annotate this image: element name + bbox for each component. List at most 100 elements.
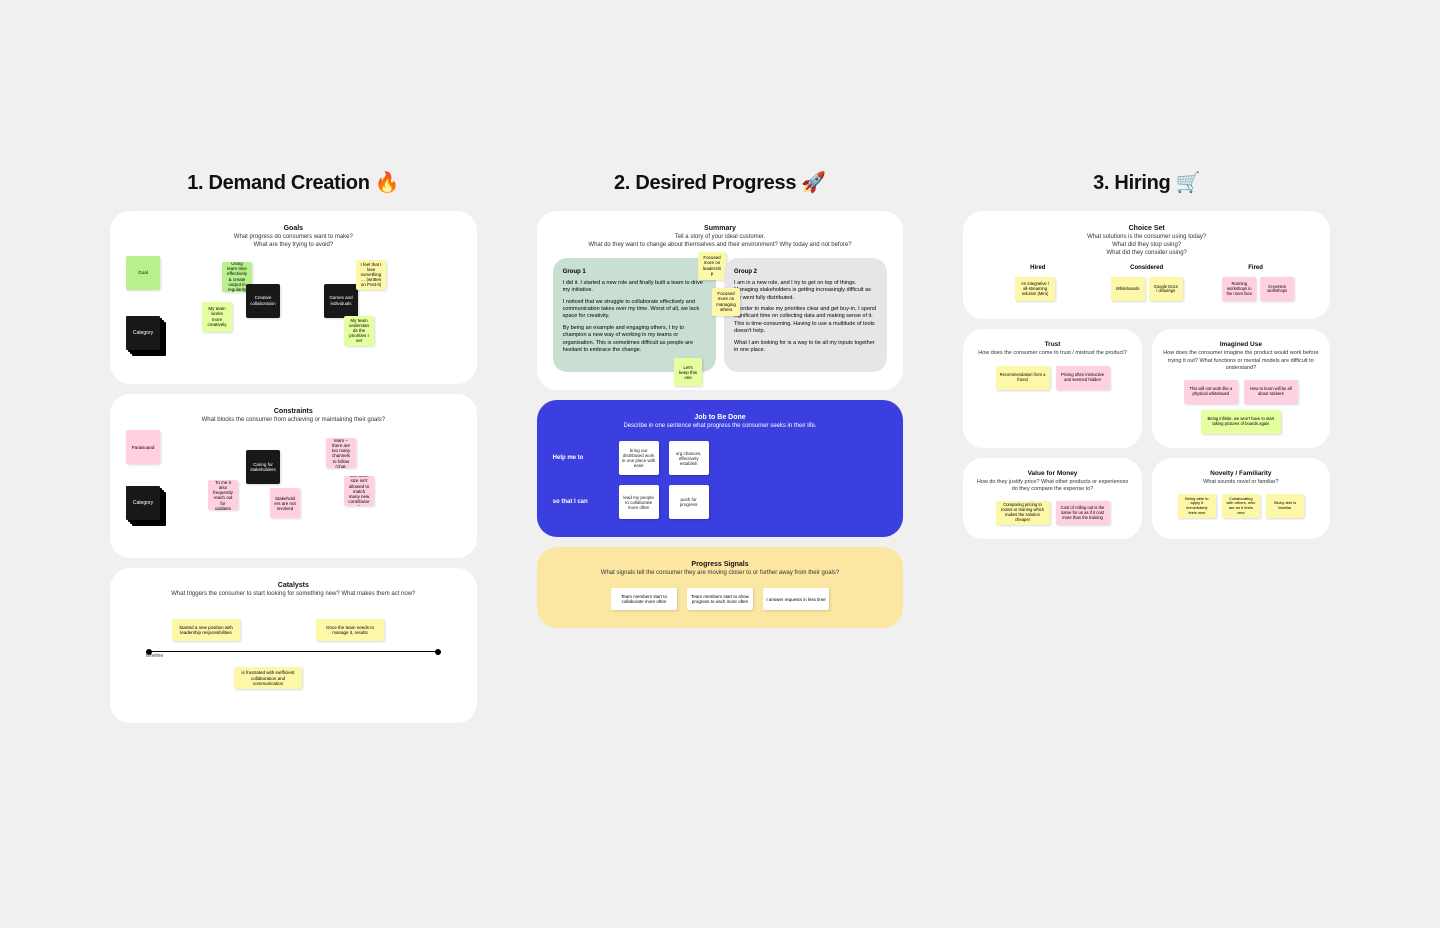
constraints-sub: What blocks the consumer from achieving … [126,417,461,425]
sticky-y2[interactable]: My team understands the priorities I set [344,316,374,346]
column-hiring: 3. Hiring 🛒 Choice Set What solutions is… [963,170,1330,539]
signals-row: Team members start to collaborate more o… [553,588,888,610]
sticky-cat-stack[interactable]: Category [126,486,160,520]
cons-a[interactable]: Whiteboards [1111,277,1145,301]
novelty-sub: What sounds novel or familiar? [1162,479,1320,486]
goals-area: Goal Category Using team time effectivel… [126,256,461,366]
g1-p3: By being an example and engaging others,… [563,325,706,355]
summary-sub: Tell a story of your ideal customer. Wha… [553,234,888,250]
choice-body: Hired Considered Fired An integrative / … [979,265,1314,301]
sticky-cp2[interactable]: Stakeholders are not involved [270,488,300,518]
catalysts-sub: What triggers the consumer to start look… [126,591,461,599]
summary-card[interactable]: Summary Tell a story of your ideal custo… [537,211,904,390]
sig-a[interactable]: Team members start to collaborate more o… [611,588,677,610]
jtbd-r2-a[interactable]: lead my people to collaborate more often [619,485,659,519]
summary-heading: Summary [553,225,888,232]
fired-b[interactable]: In-person workshops [1260,277,1294,301]
g1-p1: I did it. I started a new role and final… [563,280,706,295]
trust-b[interactable]: Pricing often instructive and seemed hid… [1056,366,1110,390]
g1-p2: I noticed that we struggle to collaborat… [563,299,706,321]
value-body: Comparing pricing to rooms or training w… [973,501,1131,525]
goals-sub: What progress do consumers want to make?… [126,234,461,250]
jtbd-r2-b[interactable]: push for progress [669,485,709,519]
head-fired: Fired [1201,265,1310,271]
choice-heads: Hired Considered Fired [979,265,1314,271]
constraints-card[interactable]: Constraints What blocks the consumer fro… [110,394,477,559]
catalysts-card[interactable]: Catalysts What triggers the consumer to … [110,568,477,723]
value-a[interactable]: Comparing pricing to rooms or training w… [996,501,1050,525]
imagined-c[interactable]: Being infinite, we won't have to start t… [1201,410,1281,434]
imagined-b[interactable]: How to learn will be all about stickers [1244,380,1298,404]
col1-title: 1. Demand Creation 🔥 [110,170,477,195]
sticky-cb1[interactable]: Caring for stakeholders [246,450,280,484]
sticky-g2-hang1[interactable]: Focused more on managing others [712,288,740,316]
g2-title: Group 2 [734,268,877,276]
imagined-a[interactable]: This will not work like a physical white… [1184,380,1238,404]
sticky-cat1[interactable]: Started a new position with leadership r… [172,619,240,641]
sticky-g2[interactable]: My team works more creatively [202,302,232,332]
sticky-g1-hang2[interactable]: Let's keep this one [674,358,702,386]
novelty-b[interactable]: Collaborating with others, who are on it… [1222,494,1260,518]
sticky-cp4[interactable]: Our team size isn't allowed to match man… [344,476,374,506]
considered-cell: Whiteboards Google Docs / drawings [1091,277,1203,301]
jtbd-r1-b[interactable]: org chances, effectively establish [669,441,709,475]
signals-sub: What signals tell the consumer they are … [553,570,888,578]
hired-cell: An integrative / all-streaming solution … [979,277,1091,301]
signals-card[interactable]: Progress Signals What signals tell the c… [537,547,904,628]
timeline-label: timeline [146,653,163,659]
trust-sub: How does the consumer come to trust / mi… [973,350,1131,357]
jtbd-r1-a[interactable]: bring our distributed work in one place … [619,441,659,475]
jtbd-sub: Describe in one sentence what progress t… [553,423,888,431]
sticky-y1[interactable]: I feel that I lose something… (written o… [356,260,386,290]
hired-note[interactable]: An integrative / all-streaming solution … [1015,277,1055,301]
summary-group-1[interactable]: Group 1 I did it. I started a new role a… [553,258,716,373]
novelty-c[interactable]: Sticky-feel is familiar [1266,494,1304,518]
timeline [146,651,441,652]
novelty-h: Novelty / Familiarity [1162,470,1320,477]
sticky-b1[interactable]: Creative collaboration [246,284,280,318]
sticky-cat3[interactable]: is frustrated with inefficient collabora… [234,667,302,689]
catalysts-heading: Catalysts [126,582,461,589]
g2-p3: What I am looking for is a way to tie al… [734,340,877,355]
trust-a[interactable]: Recommendation from a friend [996,366,1050,390]
trust-card[interactable]: Trust How does the consumer come to trus… [963,329,1141,447]
goals-heading: Goals [126,225,461,232]
value-card[interactable]: Value for Money How do they justify pric… [963,458,1141,539]
novelty-card[interactable]: Novelty / Familiarity What sounds novel … [1152,458,1330,539]
column-demand-creation: 1. Demand Creation 🔥 Goals What progress… [110,170,477,733]
signals-heading: Progress Signals [553,561,888,568]
jtbd-card[interactable]: Job to Be Done Describe in one sentence … [537,400,904,537]
value-sub: How do they justify price? What other pr… [973,479,1131,493]
sticky-category-stack[interactable]: Category [126,316,160,350]
jtbd-r2-label: so that I can [553,499,609,505]
jtbd-row-2: so that I can lead my people to collabor… [553,485,888,519]
choice-set-card[interactable]: Choice Set What solutions is the consume… [963,211,1330,319]
value-b[interactable]: Cost of rolling out is the same for us a… [1056,501,1110,525]
sticky-b2[interactable]: Games and individuals [324,284,358,318]
fired-cell: Running workshops in the room face In-pe… [1202,277,1314,301]
sig-b[interactable]: Team members start to show progress to e… [687,588,753,610]
sticky-cat2[interactable]: Once the team needs to manage it, result… [316,619,384,641]
head-considered: Considered [1092,265,1201,271]
sticky-pair[interactable]: Paraisoand [126,430,160,464]
cons-b[interactable]: Google Docs / drawings [1149,277,1183,301]
sig-c[interactable]: I answer requests in less time [763,588,829,610]
novelty-a[interactable]: Being able to apply it immediately feels… [1178,494,1216,518]
fired-a[interactable]: Running workshops in the room face [1222,277,1256,301]
goals-card[interactable]: Goals What progress do consumers want to… [110,211,477,384]
row-value-novelty: Value for Money How do they justify pric… [963,458,1330,539]
choice-heading: Choice Set [979,225,1314,232]
imagined-card[interactable]: Imagined Use How does the consumer imagi… [1152,329,1330,447]
trust-body: Recommendation from a friend Pricing oft… [973,366,1131,390]
imagined-sub: How does the consumer imagine the produc… [1162,350,1320,371]
summary-group-2[interactable]: Group 2 I am in a new role, and I try to… [724,258,887,373]
sticky-g1-hang1[interactable]: Focused more on leadership [698,252,726,280]
choice-row: An integrative / all-streaming solution … [979,277,1314,301]
sticky-goal-label[interactable]: Goal [126,256,160,290]
sticky-cp3[interactable]: To my team – there are too many channels… [326,438,356,468]
col3-title: 3. Hiring 🛒 [963,170,1330,195]
row-trust-imagined: Trust How does the consumer come to trus… [963,329,1330,447]
sticky-cp1[interactable]: To me it also frequently reach out for u… [208,480,238,510]
value-h: Value for Money [973,470,1131,477]
novelty-body: Being able to apply it immediately feels… [1162,494,1320,518]
